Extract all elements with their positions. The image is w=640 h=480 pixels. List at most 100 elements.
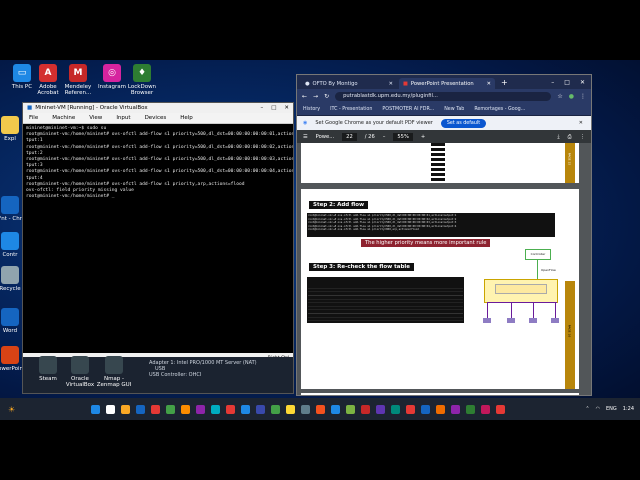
more-icon[interactable]: ⋮ xyxy=(580,134,585,140)
profile-avatar[interactable]: ● xyxy=(569,93,574,100)
clock[interactable]: 1:24 xyxy=(623,406,634,412)
menu-icon[interactable]: ⋮ xyxy=(580,93,586,100)
address-row: ← → ↻ putrablastdk.upm.edu.my/pluginfil.… xyxy=(297,89,591,103)
taskbar-app-icon[interactable] xyxy=(196,404,206,414)
taskbar-app-icon[interactable] xyxy=(346,404,356,414)
taskbar-app-icon[interactable] xyxy=(406,404,416,414)
menu-item[interactable]: Input xyxy=(116,115,130,121)
tab-ofto[interactable]: ● OFTO By Montigo ✕ xyxy=(301,78,397,89)
close-icon[interactable]: ✕ xyxy=(580,79,585,86)
page-number-input[interactable]: 22 xyxy=(342,133,357,141)
taskbar-app-icon[interactable] xyxy=(436,404,446,414)
zoom-out-icon[interactable]: – xyxy=(383,134,386,140)
desktop-shortcut[interactable]: ♦ LockDown Browser xyxy=(124,64,160,96)
desktop-shortcut[interactable]: Nmap - Zenmap GUI xyxy=(96,356,132,388)
taskbar-app-icon[interactable] xyxy=(106,404,116,414)
menu-item[interactable]: Devices xyxy=(145,115,167,121)
taskbar-app-icon[interactable] xyxy=(166,404,176,414)
menu-item[interactable]: View xyxy=(89,115,102,121)
taskbar-app-icon[interactable] xyxy=(121,404,131,414)
taskbar-app-icon[interactable] xyxy=(361,404,371,414)
taskbar-app-icon[interactable] xyxy=(136,404,146,414)
virtualbox-title: Mininet-VM [Running] - Oracle VirtualBox xyxy=(35,105,148,111)
desktop-shortcut[interactable]: Steam xyxy=(30,356,66,382)
bookmark-item[interactable]: History xyxy=(303,107,320,112)
shortcut-icon xyxy=(1,308,19,326)
terminal-output[interactable]: mininet@mininet-vm:~$ sudo su root@minine… xyxy=(23,124,293,353)
taskbar-app-icon[interactable] xyxy=(181,404,191,414)
zoom-in-icon[interactable]: + xyxy=(421,134,425,140)
print-icon[interactable]: ⎙ xyxy=(568,134,572,141)
minimize-icon[interactable]: – xyxy=(551,79,554,86)
menu-item[interactable]: Help xyxy=(180,115,193,121)
taskbar-app-icon[interactable] xyxy=(481,404,491,414)
desktop-shortcut[interactable]: Oracle VirtualBox xyxy=(62,356,98,388)
bookmark-item[interactable]: Remortages - Goog... xyxy=(474,107,525,112)
priority-note: The higher priority means more important… xyxy=(361,239,491,247)
set-default-button[interactable]: Set as default xyxy=(440,118,487,128)
shortcut-icon xyxy=(105,356,123,374)
bookmark-item[interactable]: POSTMOTER AI FDR... xyxy=(382,107,434,112)
switch-box xyxy=(484,279,558,303)
shortcut-icon xyxy=(1,232,19,250)
widgets-icon[interactable]: ☀ xyxy=(8,405,15,414)
maximize-icon[interactable]: □ xyxy=(564,79,570,86)
taskbar-app-icon[interactable] xyxy=(451,404,461,414)
download-icon[interactable]: ⤓ xyxy=(557,134,559,141)
taskbar-app-icon[interactable] xyxy=(331,404,341,414)
bookmark-item[interactable]: New Tab xyxy=(444,107,464,112)
taskbar-app-icon[interactable] xyxy=(421,404,431,414)
back-icon[interactable]: ← xyxy=(302,93,307,100)
desktop-shortcut[interactable]: M Mendeley Referen... xyxy=(60,64,96,96)
taskbar-app-icon[interactable] xyxy=(151,404,161,414)
star-icon[interactable]: ☆ xyxy=(557,93,562,100)
forward-icon[interactable]: → xyxy=(313,93,318,100)
taskbar-app-icon[interactable] xyxy=(376,404,386,414)
pdf-viewer[interactable]: PAGE 15 PAGE 16 Step 2: Add flow root@mi… xyxy=(297,143,591,395)
language-indicator[interactable]: ENG xyxy=(606,406,617,412)
taskbar-app-icon[interactable] xyxy=(271,404,281,414)
pdf-title: Powe... xyxy=(315,134,335,140)
taskbar-app-icon[interactable] xyxy=(496,404,506,414)
terminal-line: root@mininet-vm:/home/mininet# ovs-ofctl… xyxy=(26,157,293,163)
close-tab-icon[interactable]: ✕ xyxy=(389,81,393,87)
slide-next xyxy=(301,393,579,395)
wifi-icon[interactable]: ◠ xyxy=(596,406,600,412)
taskbar-app-icon[interactable] xyxy=(241,404,251,414)
url-bar[interactable]: putrablastdk.upm.edu.my/pluginfil... xyxy=(335,91,552,101)
menu-item[interactable]: Machine xyxy=(52,115,75,121)
chrome-window[interactable]: ● OFTO By Montigo ✕ ■ PowerPoint Present… xyxy=(296,74,592,396)
step3-terminal xyxy=(307,277,464,323)
taskbar-app-icon[interactable] xyxy=(391,404,401,414)
shortcut-icon: ♦ xyxy=(133,64,151,82)
taskbar-app-icon[interactable] xyxy=(91,404,101,414)
maximize-icon[interactable]: □ xyxy=(271,105,276,111)
new-tab-icon[interactable]: + xyxy=(501,78,508,87)
virtualbox-titlebar[interactable]: ■ Mininet-VM [Running] - Oracle VirtualB… xyxy=(23,103,293,113)
tab-powerpoint[interactable]: ■ PowerPoint Presentation ✕ xyxy=(399,78,495,89)
sidebar-menu-icon[interactable]: ☰ xyxy=(303,134,308,140)
reload-icon[interactable]: ↻ xyxy=(324,93,329,100)
page-tag-top: PAGE 15 xyxy=(567,152,572,166)
slide-terminal-line: root@mininet-vm:~# ovs-ofctl add-flow s1… xyxy=(308,228,419,232)
taskbar-app-icon[interactable] xyxy=(256,404,266,414)
taskbar-app-icon[interactable] xyxy=(301,404,311,414)
terminal-line: root@mininet-vm:/home/mininet# _ xyxy=(26,194,115,200)
zoom-input[interactable]: 55% xyxy=(393,133,413,141)
host-icon xyxy=(483,318,491,323)
bookmark-item[interactable]: ITC - Presentation xyxy=(330,107,372,112)
menu-item[interactable]: File xyxy=(29,115,38,121)
virtualbox-window[interactable]: ■ Mininet-VM [Running] - Oracle VirtualB… xyxy=(22,102,294,394)
close-tab-icon[interactable]: ✕ xyxy=(487,81,491,87)
close-infobar-icon[interactable]: ✕ xyxy=(579,120,583,126)
chevron-up-icon[interactable]: ⌃ xyxy=(585,406,589,412)
taskbar-app-icon[interactable] xyxy=(211,404,221,414)
shortcut-icon xyxy=(71,356,89,374)
close-icon[interactable]: ✕ xyxy=(284,105,289,111)
minimize-icon[interactable]: – xyxy=(260,105,263,111)
taskbar-app-icon[interactable] xyxy=(226,404,236,414)
taskbar-app-icon[interactable] xyxy=(466,404,476,414)
terminal-line: root@mininet-vm:/home/mininet# ovs-ofctl… xyxy=(26,144,293,150)
taskbar-app-icon[interactable] xyxy=(316,404,326,414)
taskbar-app-icon[interactable] xyxy=(286,404,296,414)
